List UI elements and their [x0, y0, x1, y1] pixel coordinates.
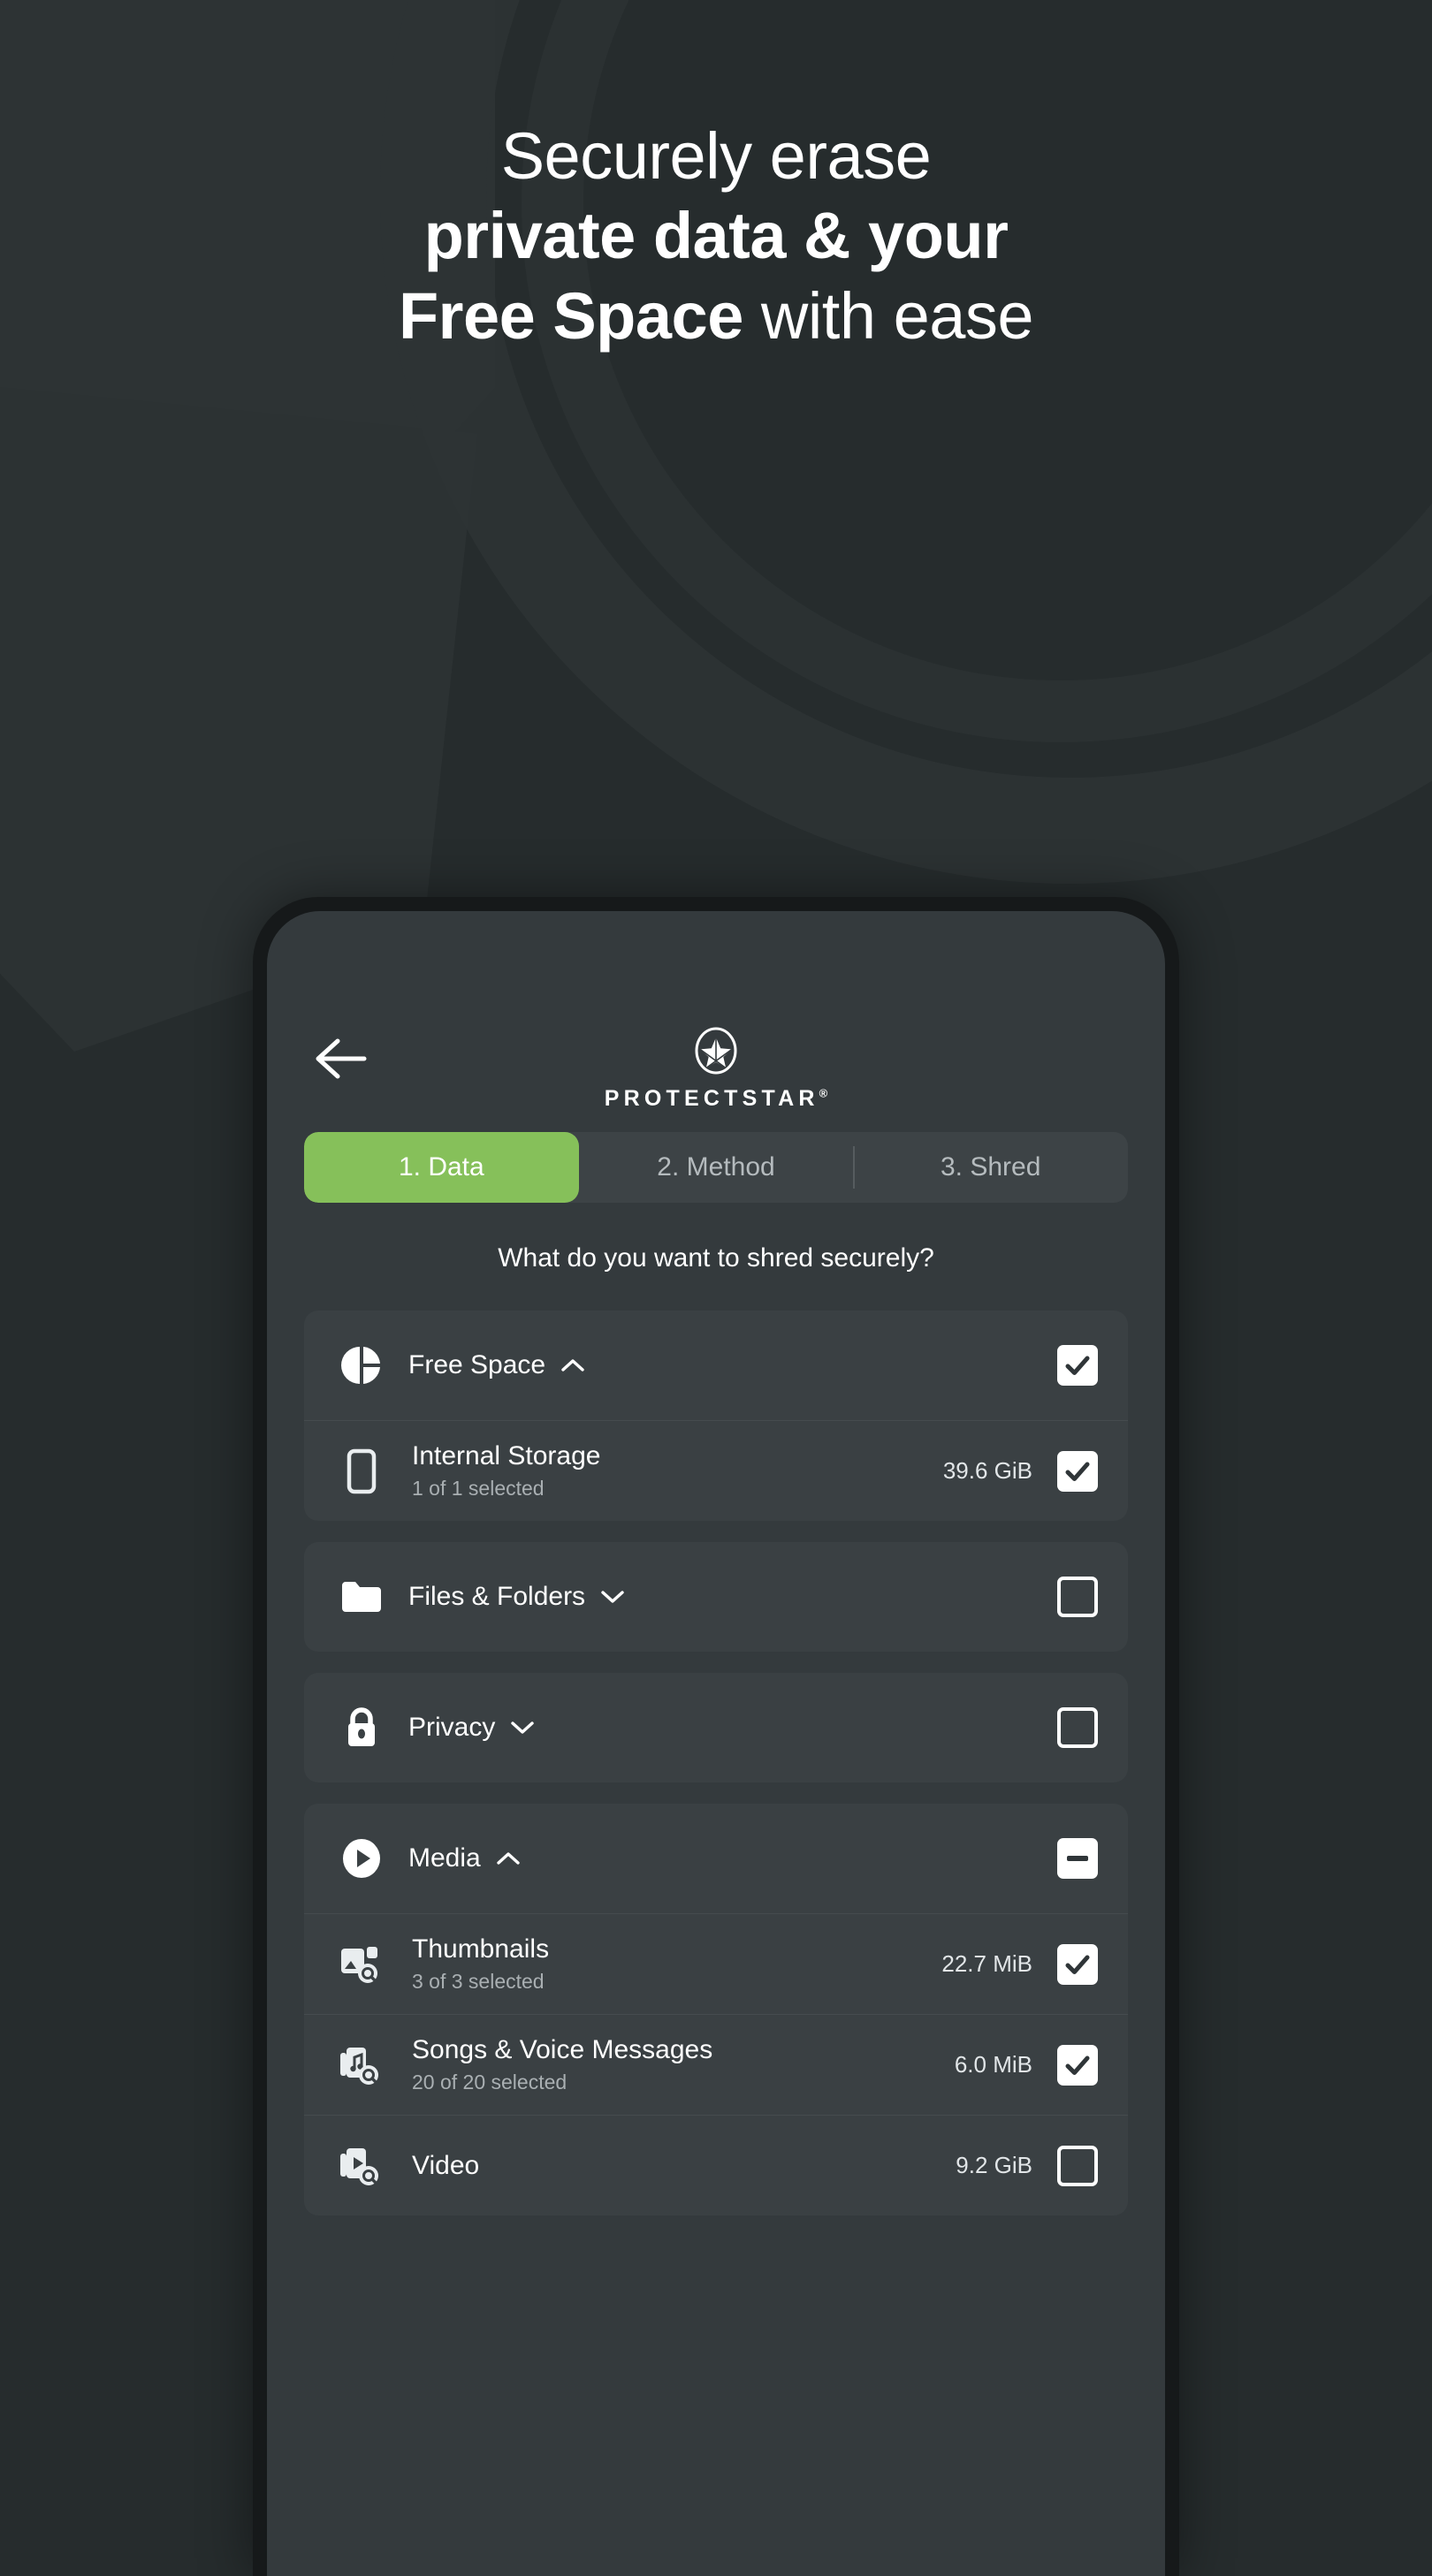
row-thumbnails-text: Thumbnails 3 of 3 selected [412, 1934, 941, 1995]
chevron-up-icon[interactable] [560, 1356, 586, 1374]
row-title-privacy: Privacy [408, 1713, 496, 1743]
row-title-media: Media [408, 1843, 481, 1873]
chevron-up-icon[interactable] [495, 1850, 522, 1867]
row-size-thumbnails: 22.7 MiB [941, 1950, 1032, 1977]
registered-mark: ® [819, 1086, 828, 1100]
phone-mockup: PROTECTSTAR® 1. Data 2. Method 3. Shred … [253, 897, 1179, 2576]
phone-screen: PROTECTSTAR® 1. Data 2. Method 3. Shred … [267, 911, 1165, 2576]
row-free-space-header[interactable]: Free Space [304, 1311, 1128, 1420]
row-subtitle-songs: 20 of 20 selected [412, 2071, 567, 2094]
row-title-free-space: Free Space [408, 1350, 546, 1380]
checkbox-internal-storage[interactable] [1057, 1450, 1098, 1492]
row-internal-storage-text: Internal Storage 1 of 1 selected [412, 1440, 943, 1501]
tab-method[interactable]: 2. Method [579, 1132, 854, 1203]
folder-icon [334, 1578, 389, 1615]
section-question: What do you want to shred securely? [498, 1243, 934, 1273]
row-subtitle-internal-storage: 1 of 1 selected [412, 1477, 545, 1501]
promo-headline: Securely erase private data & your Free … [0, 117, 1432, 356]
row-files-and-folders-header[interactable]: Files & Folders [304, 1542, 1128, 1652]
headline-line-3-bold: Free Space [398, 278, 743, 353]
phone-icon [334, 1448, 389, 1494]
protectstar-star-logo [695, 1027, 737, 1075]
shred-category-list: Free Space Internal Storage 1 of 1 selec… [267, 1311, 1165, 2215]
row-subtitle-thumbnails: 3 of 3 selected [412, 1970, 545, 1994]
brand-name: PROTECTSTAR® [267, 1086, 1165, 1112]
card-files-and-folders: Files & Folders [304, 1542, 1128, 1652]
checkbox-privacy[interactable] [1057, 1707, 1098, 1748]
row-songs-and-voice-messages[interactable]: Songs & Voice Messages 20 of 20 selected… [304, 2014, 1128, 2115]
row-title-internal-storage: Internal Storage [412, 1441, 601, 1470]
brand-lockup: PROTECTSTAR® [267, 975, 1165, 1112]
row-title-songs: Songs & Voice Messages [412, 2035, 713, 2064]
row-size-songs: 6.0 MiB [954, 2051, 1032, 2078]
headline-line-1: Securely erase [500, 119, 932, 193]
checkbox-songs[interactable] [1057, 2044, 1098, 2086]
app-header: PROTECTSTAR® [267, 911, 1165, 1132]
checkbox-files-and-folders[interactable] [1057, 1577, 1098, 1617]
checkbox-thumbnails[interactable] [1057, 1943, 1098, 1985]
arrow-left-icon [316, 1038, 367, 1079]
tab-data[interactable]: 1. Data [304, 1132, 579, 1203]
card-privacy: Privacy [304, 1673, 1128, 1782]
row-title-thumbnails: Thumbnails [412, 1934, 550, 1964]
video-search-icon [334, 2143, 389, 2189]
card-free-space: Free Space Internal Storage 1 of 1 selec… [304, 1311, 1128, 1521]
headline-line-3-light: with ease [743, 278, 1034, 353]
checkbox-video[interactable] [1057, 2145, 1098, 2186]
row-media-text: Media [408, 1843, 1057, 1873]
tab-shred[interactable]: 3. Shred [853, 1132, 1128, 1203]
image-search-icon [334, 1941, 389, 1987]
row-size-video: 9.2 GiB [956, 2152, 1032, 2178]
headline-line-3: Free Space with ease [0, 277, 1432, 356]
chevron-down-icon[interactable] [599, 1588, 626, 1606]
row-privacy-text: Privacy [408, 1712, 1057, 1743]
music-search-icon [334, 2042, 389, 2088]
pie-chart-icon [334, 1344, 389, 1387]
checkbox-free-space[interactable] [1057, 1345, 1098, 1386]
row-internal-storage[interactable]: Internal Storage 1 of 1 selected 39.6 Gi… [304, 1420, 1128, 1521]
chevron-down-icon[interactable] [509, 1719, 536, 1736]
row-free-space-text: Free Space [408, 1349, 1057, 1380]
row-files-and-folders-text: Files & Folders [408, 1581, 1057, 1612]
lock-icon [334, 1705, 389, 1751]
row-video[interactable]: Video 9.2 GiB [304, 2115, 1128, 2215]
brand-name-text: PROTECTSTAR [604, 1086, 819, 1111]
checkbox-media[interactable] [1057, 1838, 1098, 1879]
step-tabs: 1. Data 2. Method 3. Shred [304, 1132, 1128, 1203]
back-button[interactable] [315, 1035, 369, 1083]
headline-line-2: private data & your [423, 199, 1009, 273]
play-circle-icon [334, 1837, 389, 1880]
row-thumbnails[interactable]: Thumbnails 3 of 3 selected 22.7 MiB [304, 1913, 1128, 2014]
card-media: Media Thumbnails 3 of 3 selected 22.7 Mi… [304, 1804, 1128, 2215]
row-video-text: Video [412, 2150, 956, 2181]
row-title-files-and-folders: Files & Folders [408, 1582, 586, 1612]
row-media-header[interactable]: Media [304, 1804, 1128, 1913]
row-size-internal-storage: 39.6 GiB [942, 1457, 1032, 1484]
row-title-video: Video [412, 2150, 480, 2180]
row-privacy-header[interactable]: Privacy [304, 1673, 1128, 1782]
row-songs-text: Songs & Voice Messages 20 of 20 selected [412, 2034, 955, 2095]
